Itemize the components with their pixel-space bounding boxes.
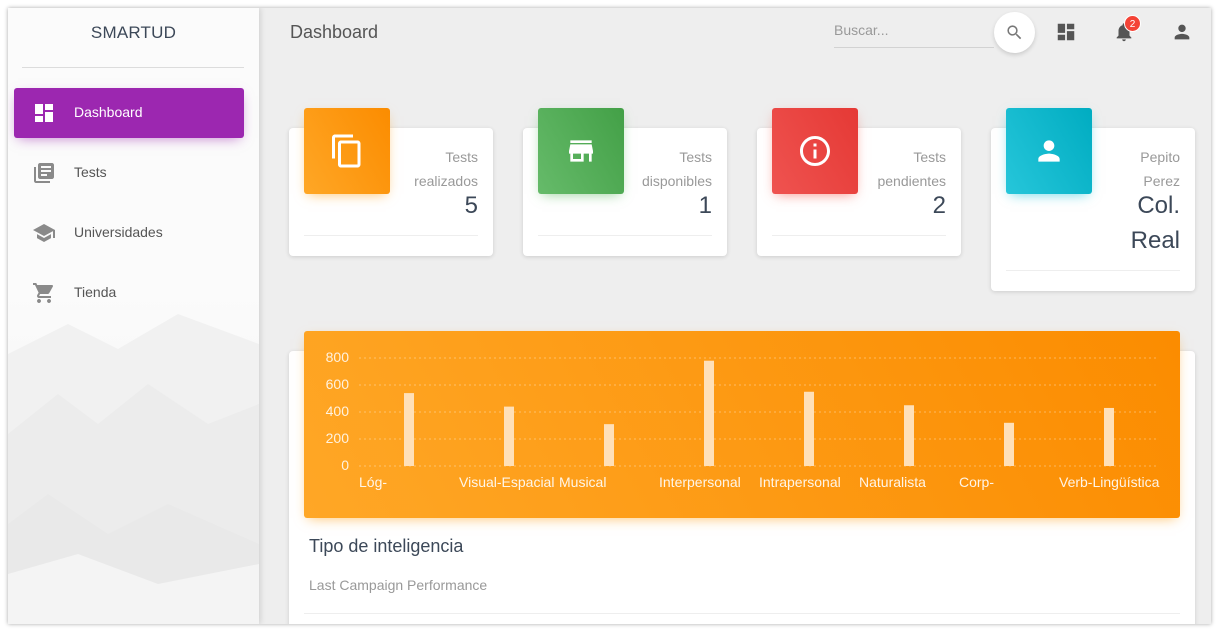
card-footer-divider bbox=[304, 235, 478, 236]
search-icon bbox=[1007, 25, 1022, 40]
card-value: Real bbox=[1130, 227, 1180, 254]
x-tick-label: Corp- bbox=[959, 474, 994, 490]
sidebar-item-label: Universidades bbox=[74, 224, 163, 240]
person-icon bbox=[1038, 140, 1060, 162]
card-footer-divider bbox=[772, 235, 946, 236]
chart-bar bbox=[904, 405, 914, 466]
card-icon-box bbox=[538, 108, 624, 194]
card-footer-divider bbox=[1006, 270, 1180, 271]
sidebar-item-label: Tienda bbox=[74, 284, 117, 300]
school-icon bbox=[33, 224, 55, 242]
x-tick-label: Verb-Lingüística bbox=[1059, 474, 1160, 490]
chart-bar bbox=[1004, 422, 1014, 466]
info-icon bbox=[800, 136, 830, 166]
search-button[interactable] bbox=[994, 12, 1035, 53]
y-tick-label: 800 bbox=[326, 349, 350, 365]
store-icon bbox=[569, 140, 593, 162]
chart-bar bbox=[704, 360, 714, 466]
x-tick-label: Musical bbox=[559, 474, 606, 490]
sidebar-item-universidades[interactable]: Universidades bbox=[14, 208, 244, 258]
y-tick-label: 0 bbox=[341, 457, 349, 473]
sidebar-nav: Dashboard Tests Universidades Tienda bbox=[14, 88, 244, 328]
card-icon-box bbox=[304, 108, 390, 194]
chart-bar bbox=[404, 393, 414, 466]
x-tick-label: Naturalista bbox=[859, 474, 926, 490]
bar-chart: 800 600 400 200 0 Lóg- Visual-Espacial Musical I… bbox=[326, 349, 1160, 490]
dashboard-icon[interactable] bbox=[1055, 21, 1077, 43]
brand-logo-text[interactable]: SMARTUD bbox=[8, 8, 259, 67]
sidebar-item-label: Tests bbox=[74, 164, 107, 180]
chart-title: Tipo de inteligencia bbox=[309, 536, 464, 556]
notification-badge: 2 bbox=[1124, 15, 1141, 32]
page-title: Dashboard bbox=[290, 22, 379, 42]
card-value: 5 bbox=[464, 192, 478, 219]
y-tick-label: 600 bbox=[326, 376, 350, 392]
x-tick-label: Interpersonal bbox=[659, 474, 741, 490]
chart-area: 800 600 400 200 0 Lóg- Visual-Espacial Musical I… bbox=[304, 331, 1180, 518]
y-tick-label: 200 bbox=[326, 430, 350, 446]
sidebar-background-image bbox=[8, 294, 259, 624]
card-value: 2 bbox=[932, 192, 946, 219]
app-window: SMARTUD Dashboard Tests Universidades Ti… bbox=[8, 8, 1211, 624]
sidebar-item-tests[interactable]: Tests bbox=[14, 148, 244, 198]
card-icon-box bbox=[772, 108, 858, 194]
sidebar-item-label: Dashboard bbox=[74, 104, 143, 120]
dashboard-icon bbox=[35, 104, 53, 122]
x-tick-label: Lóg- bbox=[359, 474, 387, 490]
brand-divider bbox=[22, 67, 244, 68]
sidebar-item-dashboard[interactable]: Dashboard bbox=[14, 88, 244, 138]
x-tick-label: Intrapersonal bbox=[759, 474, 841, 490]
chart-footer-divider bbox=[304, 613, 1180, 614]
search-input[interactable] bbox=[834, 16, 984, 44]
x-tick-label: Visual-Espacial bbox=[459, 474, 554, 490]
chart-bar bbox=[1104, 407, 1114, 466]
card-icon-box bbox=[1006, 108, 1092, 194]
chart-subtitle: Last Campaign Performance bbox=[309, 577, 488, 593]
sidebar-item-tienda[interactable]: Tienda bbox=[14, 268, 244, 318]
chart-bar bbox=[504, 406, 514, 466]
card-value: 1 bbox=[698, 192, 712, 219]
y-tick-label: 400 bbox=[326, 403, 350, 419]
card-footer-divider bbox=[538, 235, 712, 236]
library-books-icon bbox=[34, 163, 54, 183]
sidebar: SMARTUD Dashboard Tests Universidades Ti… bbox=[8, 8, 259, 624]
shopping-cart-icon bbox=[33, 283, 54, 303]
person-icon[interactable] bbox=[1171, 21, 1193, 43]
search-field bbox=[834, 16, 994, 48]
card-value: Col. bbox=[1137, 192, 1180, 219]
chart-bar bbox=[604, 424, 614, 466]
content-copy-icon bbox=[332, 134, 361, 168]
chart-bar bbox=[804, 391, 814, 466]
